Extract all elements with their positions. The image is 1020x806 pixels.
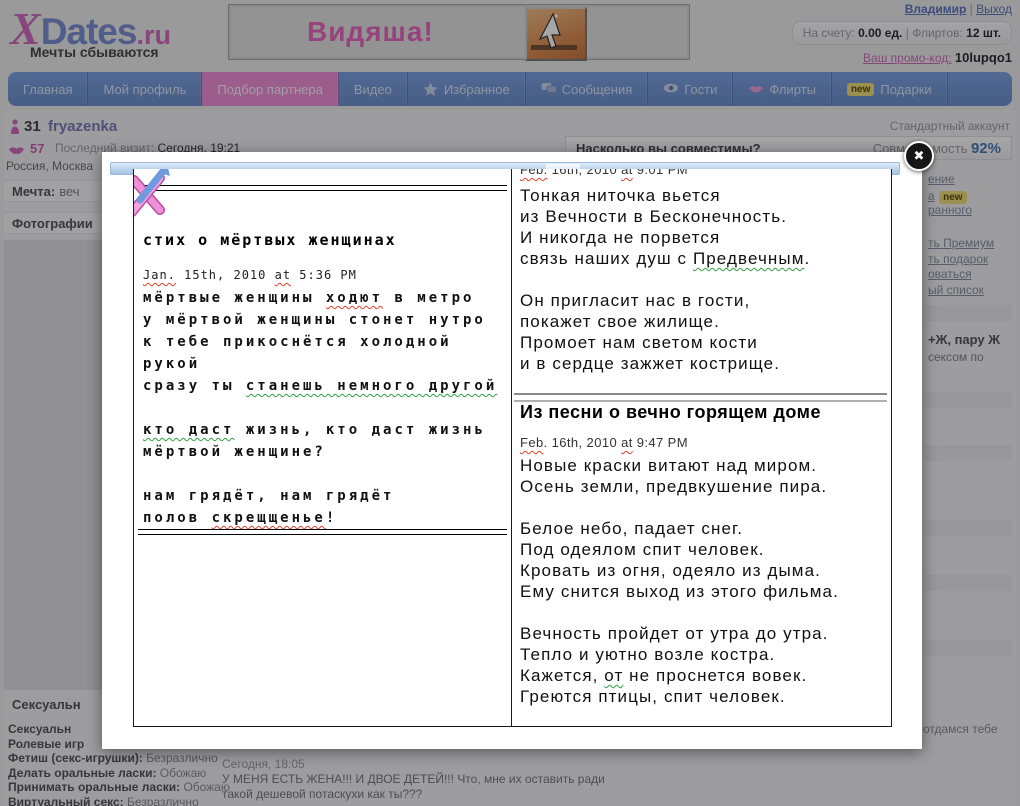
poem-line <box>520 602 839 623</box>
poem-line: мёртвые женщины ходют в метро <box>143 287 497 309</box>
post-date: Feb. 16th, 2010 at 9:01 PM <box>520 169 688 177</box>
journal-screenshot: стих о мёртвых женщинах Jan. 15th, 2010 … <box>133 169 892 727</box>
poem-line: И никогда не порвется <box>520 227 810 248</box>
poem-line: Кровать из огня, одеяло из дыма. <box>520 560 839 581</box>
close-icon[interactable]: ✖ <box>904 141 934 171</box>
poem-line: Он пригласит нас в гости, <box>520 290 810 311</box>
poem-line: покажет свое жилище. <box>520 311 810 332</box>
poem-line: Тонкая ниточка вьется <box>520 185 810 206</box>
poem-line: связь наших душ с Предвечным. <box>520 248 810 269</box>
poem-line: Новые краски витают над миром. <box>520 455 839 476</box>
double-rule <box>138 529 507 535</box>
post-date: Jan. 15th, 2010 at 5:36 PM <box>143 268 357 282</box>
poem-line: Осень земли, предвкушение пира. <box>520 476 839 497</box>
poem-line: Feb. 16th, 2010 at 9:01 PM <box>520 169 688 177</box>
post-title: стих о мёртвых женщинах <box>143 231 397 249</box>
poem-text: Новые краски витают над миром.Осень земл… <box>520 455 839 707</box>
journal-left-column: стих о мёртвых женщинах Jan. 15th, 2010 … <box>134 169 512 726</box>
poem-line <box>143 463 497 485</box>
poem-line: Jan. 15th, 2010 at 5:36 PM <box>143 268 357 282</box>
close-glyph: ✖ <box>914 149 925 164</box>
page: XDates.ru Мечты сбываются Видяша! Владим… <box>0 0 1020 806</box>
poem-line: у мёртвой женщины стонет нутро <box>143 309 497 331</box>
double-rule <box>138 185 507 191</box>
poem-line: Греются птицы, спит человек. <box>520 686 839 707</box>
poem-line <box>143 397 497 419</box>
poem-line: Вечность пройдет от утра до утра. <box>520 623 839 644</box>
poem-line: Кажется, от не проснется вовек. <box>520 665 839 686</box>
poem-line: из Вечности в Бесконечность. <box>520 206 810 227</box>
poem-line: нам грядёт, нам грядёт <box>143 485 497 507</box>
post-separator <box>514 393 887 402</box>
poem-text: Тонкая ниточка вьетсяиз Вечности в Беско… <box>520 185 810 374</box>
poem-line: Тепло и уютно возле костра. <box>520 644 839 665</box>
poem-line: Feb. 16th, 2010 at 9:47 PM <box>520 435 688 450</box>
poem-line: рукой <box>143 353 497 375</box>
post-date: Feb. 16th, 2010 at 9:47 PM <box>520 435 688 450</box>
poem-line: Промоет нам светом кости <box>520 332 810 353</box>
xdates-logo-icon <box>133 169 176 223</box>
photo-viewer-modal: стих о мёртвых женщинах Jan. 15th, 2010 … <box>102 152 922 749</box>
poem-line: сразу ты станешь немного другой <box>143 375 497 397</box>
poem-line: Ему снится выход из этого фильма. <box>520 581 839 602</box>
poem-line: мёртвой женщине? <box>143 441 497 463</box>
poem-line: полов скрещщенье! <box>143 507 497 529</box>
post-title: Из песни о вечно горящем доме <box>520 402 821 423</box>
poem-line: кто даст жизнь, кто даст жизнь <box>143 419 497 441</box>
poem-text: мёртвые женщины ходют в метроу мёртвой ж… <box>143 287 497 529</box>
poem-line <box>520 497 839 518</box>
journal-right-column: Feb. 16th, 2010 at 9:01 PM Тонкая ниточк… <box>512 169 891 726</box>
poem-line: к тебе прикоснётся холодной <box>143 331 497 353</box>
poem-line: и в сердце зажжет кострище. <box>520 353 810 374</box>
poem-line: Под одеялом спит человек. <box>520 539 839 560</box>
poem-line: Белое небо, падает снег. <box>520 518 839 539</box>
poem-line <box>520 269 810 290</box>
